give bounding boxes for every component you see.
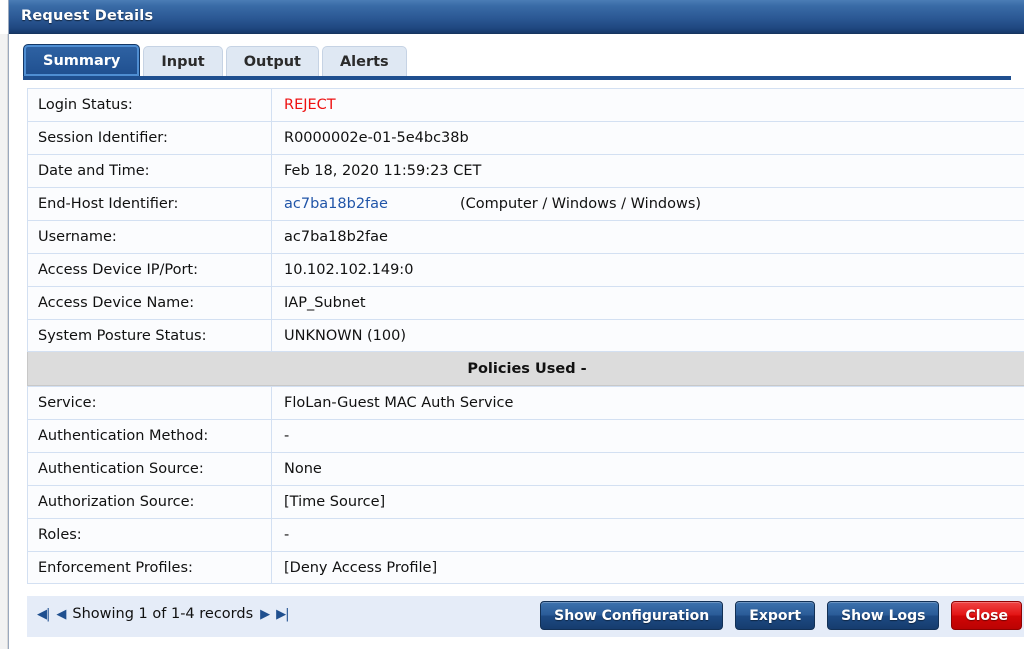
row-label: Authorization Source: — [27, 485, 271, 518]
row-label: Enforcement Profiles: — [27, 551, 271, 584]
row-value: [Deny Access Profile] — [271, 551, 1024, 584]
row-value-text: ac7ba18b2fae — [284, 229, 388, 245]
row-label: Roles: — [27, 518, 271, 551]
login-status-value: REJECT — [284, 97, 336, 113]
last-page-icon[interactable]: ▶| — [276, 608, 289, 621]
previous-page-icon[interactable]: ◀ — [56, 608, 66, 621]
row-value: UNKNOWN (100) — [271, 319, 1024, 352]
row-value: FloLan-Guest MAC Auth Service — [271, 386, 1024, 419]
table-row: Session Identifier: R0000002e-01-5e4bc38b — [27, 121, 1024, 154]
row-value: [Time Source] — [271, 485, 1024, 518]
end-host-link[interactable]: ac7ba18b2fae — [284, 196, 388, 212]
next-page-icon[interactable]: ▶ — [260, 608, 270, 621]
row-label: Login Status: — [27, 88, 271, 121]
row-value: None — [271, 452, 1024, 485]
row-label: Access Device IP/Port: — [27, 253, 271, 286]
row-value: 10.102.102.149:0 — [271, 253, 1024, 286]
table-row: Authentication Method: - — [27, 419, 1024, 452]
policies-used-header: Policies Used - — [27, 352, 1024, 386]
row-value-text: UNKNOWN (100) — [284, 327, 407, 344]
end-host-device-info: (Computer / Windows / Windows) — [459, 196, 702, 212]
row-value-text: FloLan-Guest MAC Auth Service — [284, 395, 514, 411]
row-label: Authentication Method: — [27, 419, 271, 452]
row-label: System Posture Status: — [27, 319, 271, 352]
show-logs-button[interactable]: Show Logs — [827, 601, 940, 630]
table-row: Enforcement Profiles: [Deny Access Profil… — [27, 551, 1024, 584]
row-label: Session Identifier: — [27, 121, 271, 154]
row-value-text: Feb 18, 2020 11:59:23 CET — [284, 163, 482, 179]
tab-summary[interactable]: Summary — [23, 44, 141, 76]
export-button[interactable]: Export — [735, 601, 816, 630]
dialog-footer: ◀| ◀ Showing 1 of 1-4 records ▶ ▶| Show … — [27, 596, 1024, 637]
row-label: Authentication Source: — [27, 452, 271, 485]
row-value-text: None — [284, 461, 322, 477]
dialog-title: Request Details — [21, 8, 154, 24]
dialog-titlebar: Request Details — [9, 0, 1024, 34]
tab-underline — [23, 76, 1011, 80]
table-row: Login Status: REJECT — [27, 88, 1024, 121]
table-row: Access Device Name: IAP_Subnet — [27, 286, 1024, 319]
tab-list: Summary Input Output Alerts — [23, 44, 407, 76]
pagination-controls: ◀| ◀ Showing 1 of 1-4 records ▶ ▶| — [37, 606, 290, 622]
footer-button-group: Show Configuration Export Show Logs Close — [540, 601, 1022, 630]
row-value: - — [271, 419, 1024, 452]
table-row: Service: FloLan-Guest MAC Auth Service — [27, 386, 1024, 419]
show-configuration-button[interactable]: Show Configuration — [540, 601, 724, 630]
row-value: - — [271, 518, 1024, 551]
row-value: IAP_Subnet — [271, 286, 1024, 319]
table-row: Date and Time: Feb 18, 2020 11:59:23 CET — [27, 154, 1024, 187]
request-details-table: Login Status: REJECT Session Identifier: R0… — [27, 88, 1024, 584]
table-row: Authentication Source: None — [27, 452, 1024, 485]
row-label: Date and Time: — [27, 154, 271, 187]
table-row: Access Device IP/Port: 10.102.102.149:0 — [27, 253, 1024, 286]
background-scrollbar — [0, 34, 8, 649]
row-value: Feb 18, 2020 11:59:23 CET — [271, 154, 1024, 187]
row-label: Username: — [27, 220, 271, 253]
close-button[interactable]: Close — [951, 601, 1022, 630]
row-value: REJECT — [271, 88, 1024, 121]
row-value-text: [Time Source] — [284, 494, 386, 510]
row-value-text: - — [284, 527, 290, 543]
row-label: Access Device Name: — [27, 286, 271, 319]
tab-output[interactable]: Output — [225, 46, 319, 76]
row-label: End-Host Identifier: — [27, 187, 271, 220]
first-page-icon[interactable]: ◀| — [37, 608, 50, 621]
tab-input[interactable]: Input — [143, 46, 223, 76]
row-value-text: [Deny Access Profile] — [284, 559, 438, 576]
request-details-dialog: Request Details Summary Input Output Alerts… — [8, 0, 1024, 649]
row-value-text: 10.102.102.149:0 — [284, 262, 414, 278]
table-row: Username: ac7ba18b2fae — [27, 220, 1024, 253]
table-row: Authorization Source: [Time Source] — [27, 485, 1024, 518]
row-value-text: IAP_Subnet — [284, 295, 366, 311]
row-value: R0000002e-01-5e4bc38b — [271, 121, 1024, 154]
table-row: System Posture Status: UNKNOWN (100) — [27, 319, 1024, 352]
table-row: Roles: - — [27, 518, 1024, 551]
row-value-text: - — [284, 428, 290, 444]
tab-strip: Summary Input Output Alerts — [9, 34, 1024, 82]
record-count-label: Showing 1 of 1-4 records — [72, 606, 254, 622]
row-value: ac7ba18b2fae (Computer / Windows / Window… — [271, 187, 1024, 220]
row-value-text: R0000002e-01-5e4bc38b — [284, 130, 469, 146]
table-row: End-Host Identifier: ac7ba18b2fae (Compute… — [27, 187, 1024, 220]
row-label: Service: — [27, 386, 271, 419]
row-value: ac7ba18b2fae — [271, 220, 1024, 253]
tab-alerts[interactable]: Alerts — [321, 46, 407, 76]
